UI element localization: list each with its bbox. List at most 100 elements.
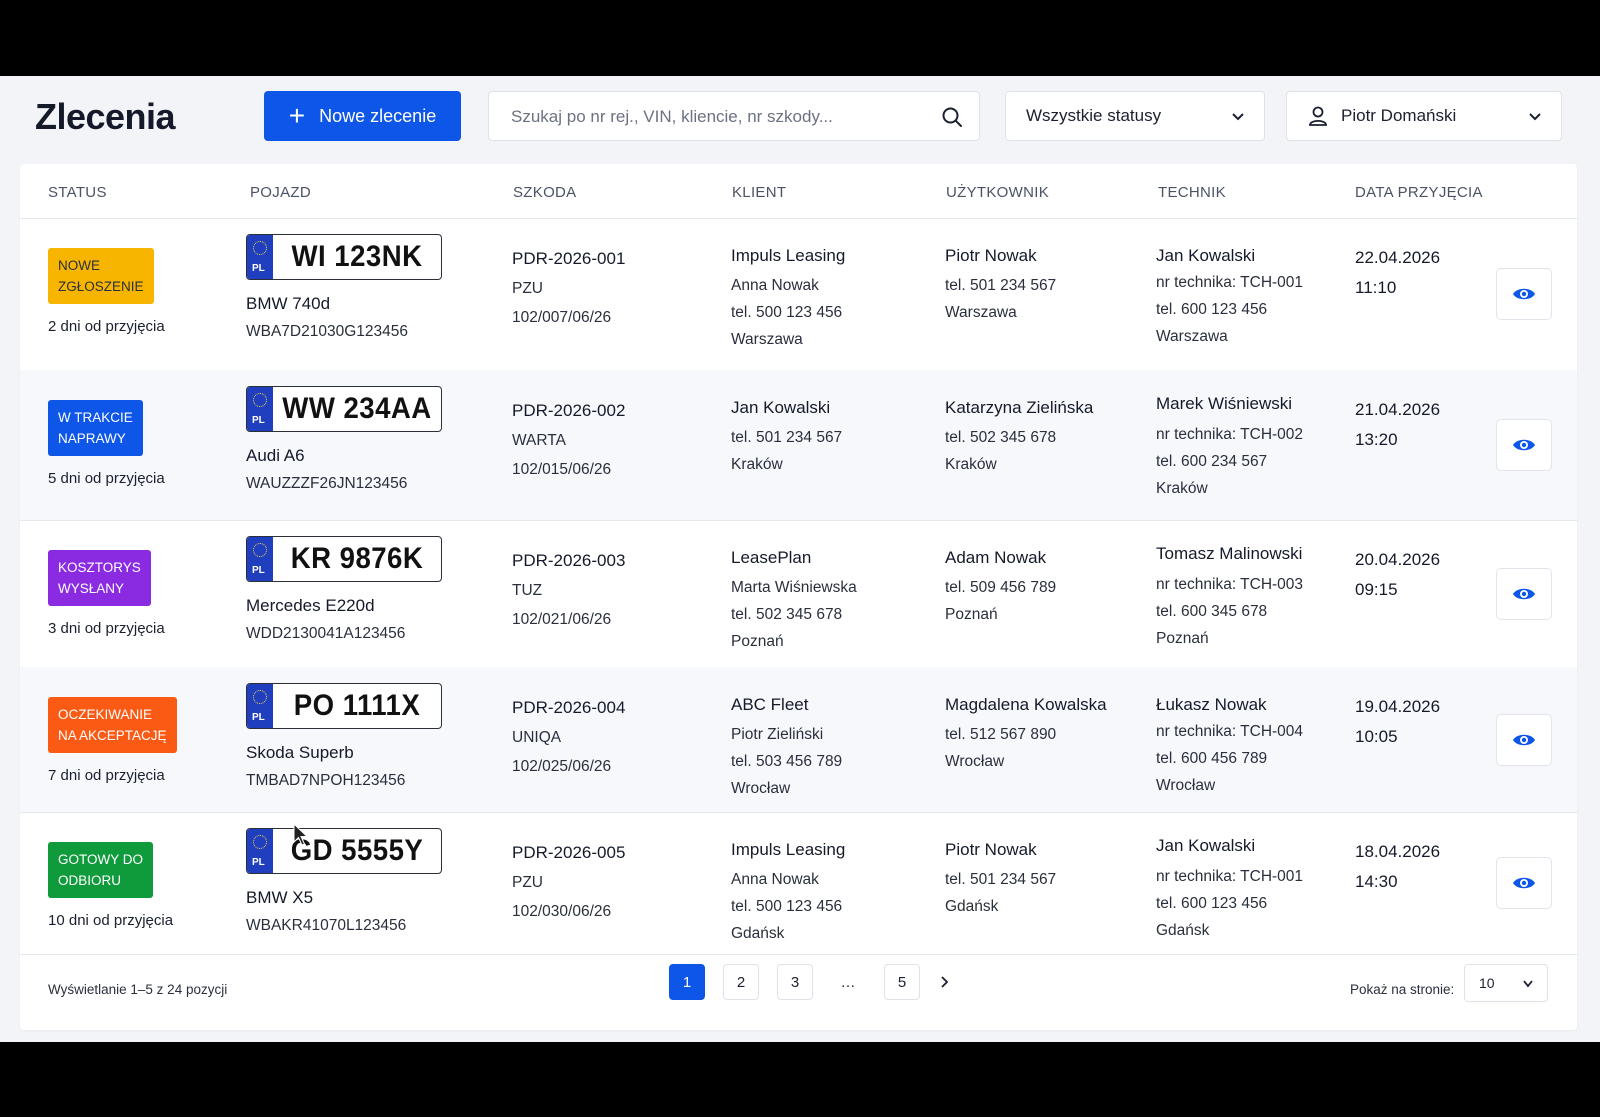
technician-detail: Gdańsk <box>1156 922 1210 939</box>
days-since-intake: 3 dni od przyjęcia <box>48 620 165 637</box>
eye-icon <box>1513 877 1535 889</box>
plate-number: KR 9876K <box>290 542 424 575</box>
license-plate: PL WW 234AA <box>246 386 442 432</box>
technician-detail: tel. 600 123 456 <box>1156 895 1268 912</box>
column-status[interactable]: STATUS <box>48 184 107 201</box>
client-detail: Piotr Zieliński <box>731 726 824 743</box>
vehicle-vin: WDD2130041A123456 <box>246 625 406 642</box>
search-icon[interactable] <box>941 106 963 128</box>
new-order-label: Nowe zlecenie <box>319 105 437 126</box>
technician-detail: nr technika: TCH-002 <box>1156 426 1304 443</box>
user-detail: Gdańsk <box>945 898 999 915</box>
claim-insurer: PZU <box>512 874 543 891</box>
claim-number[interactable]: PDR-2026-001 <box>512 249 625 269</box>
claim-number[interactable]: PDR-2026-004 <box>512 698 625 718</box>
eu-stars-icon <box>253 393 267 407</box>
page-button-2[interactable]: 2 <box>723 964 759 1000</box>
intake-date: 21.04.2026 <box>1355 400 1441 419</box>
page-button-5[interactable]: 5 <box>884 964 920 1000</box>
vehicle-model: Skoda Superb <box>246 743 354 762</box>
user-detail: tel. 501 234 567 <box>945 871 1057 888</box>
view-order-button[interactable] <box>1496 268 1552 320</box>
user-detail: tel. 501 234 567 <box>945 277 1057 294</box>
client-detail: Kraków <box>731 456 783 473</box>
status-filter-select[interactable]: Wszystkie statusy <box>1005 91 1265 141</box>
technician-detail: Poznań <box>1156 630 1209 647</box>
user-detail: Kraków <box>945 456 997 473</box>
user-name: Piotr Nowak <box>945 246 1037 265</box>
chevron-right-icon <box>941 976 949 988</box>
search-input[interactable] <box>509 92 933 142</box>
table-row[interactable]: KOSZTORYS WYSŁANY 3 dni od przyjęcia PL KR 9… <box>20 520 1577 668</box>
user-detail: Wrocław <box>945 753 1005 770</box>
column-user[interactable]: UŻYTKOWNIK <box>946 184 1049 201</box>
next-page-button[interactable] <box>926 964 962 1000</box>
column-technician[interactable]: TECHNIK <box>1158 184 1226 201</box>
technician-detail: nr technika: TCH-004 <box>1156 723 1304 740</box>
eu-band: PL <box>247 537 273 581</box>
plate-country: PL <box>252 415 265 426</box>
column-client[interactable]: KLIENT <box>732 184 786 201</box>
claim-reference: 102/021/06/26 <box>512 611 612 628</box>
status-badge: GOTOWY DO ODBIORU <box>48 842 154 898</box>
user-detail: tel. 502 345 678 <box>945 429 1057 446</box>
table-row[interactable]: OCZEKIWANIE NA AKCEPTACJĘ 7 dni od przyjęc… <box>20 667 1577 813</box>
new-order-button[interactable]: + Nowe zlecenie <box>264 91 461 141</box>
technician-detail: tel. 600 123 456 <box>1156 301 1268 318</box>
technician-detail: Wrocław <box>1156 777 1216 794</box>
status-line-1: GOTOWY DO <box>58 852 144 867</box>
technician-name: Marek Wiśniewski <box>1156 394 1293 413</box>
page-title: Zlecenia <box>35 96 176 137</box>
client-detail: Marta Wiśniewska <box>731 579 857 596</box>
client-detail: Poznań <box>731 633 784 650</box>
vehicle-model: BMW X5 <box>246 888 314 907</box>
eu-band: PL <box>247 684 273 728</box>
column-claim[interactable]: SZKODA <box>513 184 576 201</box>
client-detail: tel. 501 234 567 <box>731 429 843 446</box>
status-badge: KOSZTORYS WYSŁANY <box>48 550 151 606</box>
claim-number[interactable]: PDR-2026-005 <box>512 843 625 863</box>
technician-name: Tomasz Malinowski <box>1156 544 1303 563</box>
table-row[interactable]: NOWE ZGŁOSZENIE 2 dni od przyjęcia PL WI 123… <box>20 218 1577 371</box>
status-line-1: NOWE <box>58 258 100 273</box>
view-order-button[interactable] <box>1496 857 1552 909</box>
pagination-ellipsis: … <box>840 973 856 991</box>
user-detail: tel. 512 567 890 <box>945 726 1057 743</box>
user-select[interactable]: Piotr Domański <box>1286 91 1562 141</box>
view-order-button[interactable] <box>1496 419 1552 471</box>
status-line-2: ZGŁOSZENIE <box>58 279 144 294</box>
status-badge: OCZEKIWANIE NA AKCEPTACJĘ <box>48 697 177 753</box>
view-order-button[interactable] <box>1496 713 1552 766</box>
vehicle-vin: WBAKR41070L123456 <box>246 917 407 934</box>
column-date[interactable]: DATA PRZYJĘCIA <box>1355 184 1483 201</box>
chevron-down-icon <box>1529 113 1541 121</box>
column-vehicle[interactable]: POJAZD <box>250 184 311 201</box>
user-detail: Poznań <box>945 606 998 623</box>
table-row[interactable]: W TRAKCIE NAPRAWY 5 dni od przyjęcia PL WW 2… <box>20 370 1577 521</box>
license-plate: PL WI 123NK <box>246 234 442 280</box>
per-page-select[interactable]: 10 <box>1464 964 1548 1002</box>
page-button-1[interactable]: 1 <box>669 964 705 1000</box>
client-detail: Anna Nowak <box>731 277 819 294</box>
claim-number[interactable]: PDR-2026-003 <box>512 551 625 571</box>
client-name: LeasePlan <box>731 548 812 567</box>
client-detail: tel. 503 456 789 <box>731 753 843 770</box>
claim-number[interactable]: PDR-2026-002 <box>512 401 625 421</box>
view-order-button[interactable] <box>1496 567 1552 620</box>
orders-table: STATUS POJAZD SZKODA KLIENT UŻYTKOWNIK T… <box>20 164 1577 1030</box>
client-detail: tel. 500 123 456 <box>731 304 843 321</box>
claim-reference: 102/025/06/26 <box>512 758 612 775</box>
claim-reference: 102/015/06/26 <box>512 461 612 478</box>
eu-stars-icon <box>253 543 267 557</box>
page-button-3[interactable]: 3 <box>777 964 813 1000</box>
plate-number: WI 123NK <box>291 240 423 273</box>
chevron-down-icon <box>1232 113 1244 121</box>
intake-date: 19.04.2026 <box>1355 697 1441 716</box>
intake-date: 20.04.2026 <box>1355 550 1441 569</box>
table-row[interactable]: GOTOWY DO ODBIORU 10 dni od przyjęcia PL GD … <box>20 812 1577 955</box>
status-line-2: NA AKCEPTACJĘ <box>58 728 167 743</box>
user-name: Piotr Domański <box>1341 106 1457 125</box>
client-detail: tel. 502 345 678 <box>731 606 843 623</box>
intake-time: 14:30 <box>1355 872 1398 891</box>
client-detail: Anna Nowak <box>731 871 819 888</box>
